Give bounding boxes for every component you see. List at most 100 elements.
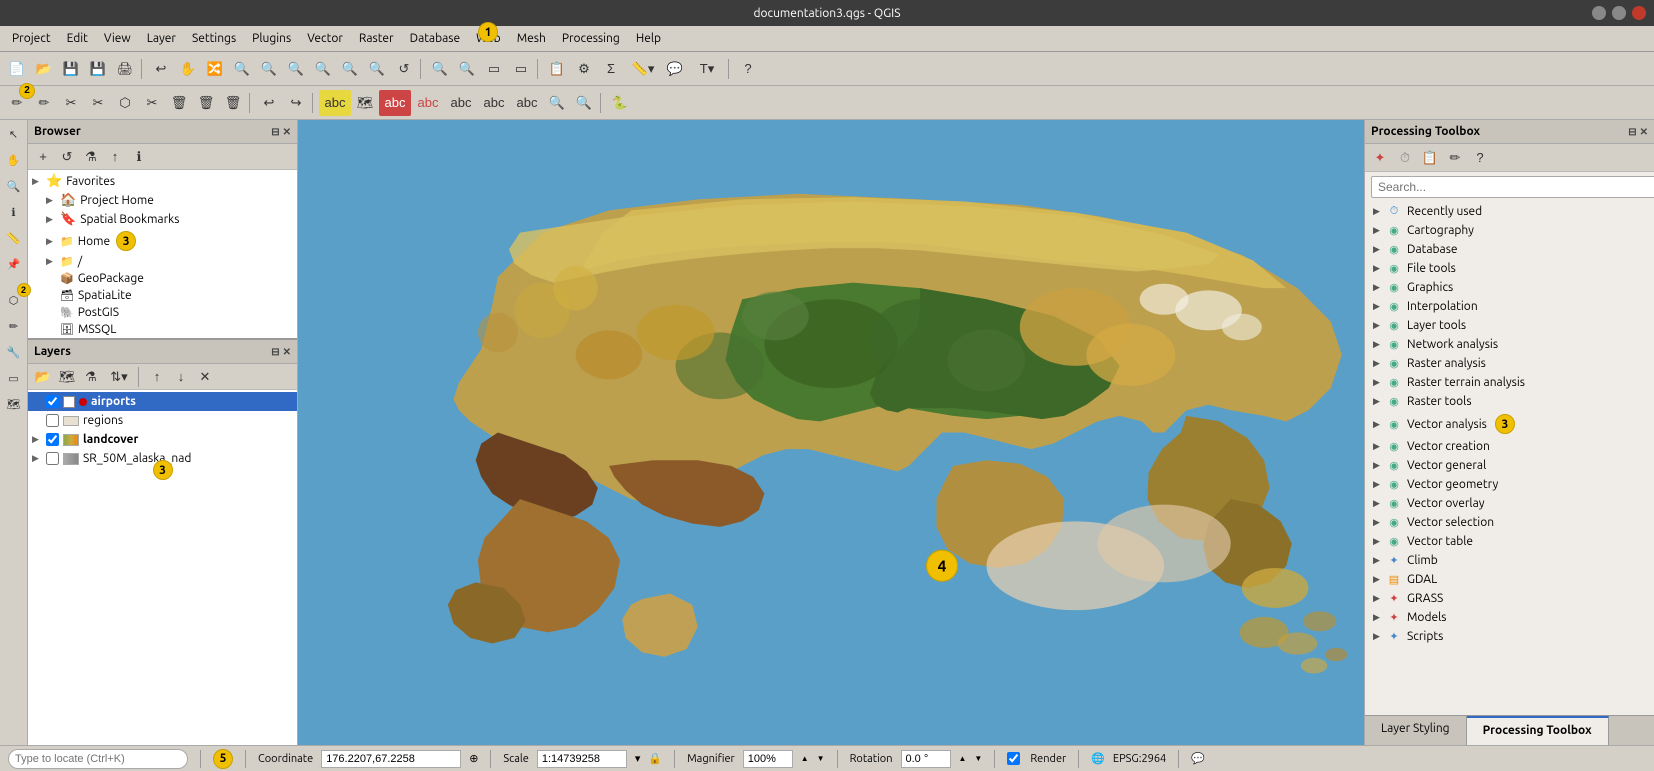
tb-zoomnext[interactable]: 🔍 xyxy=(364,56,390,82)
layers-remove[interactable]: ✕ xyxy=(194,366,216,388)
tree-projhome[interactable]: ▶ 🏠 Project Home xyxy=(28,191,297,210)
tb-del3[interactable]: 🗑 xyxy=(220,90,246,116)
close-button[interactable] xyxy=(1632,6,1646,20)
tb-lbl5[interactable]: abc xyxy=(445,90,477,116)
tb-python[interactable]: 🐍 xyxy=(607,90,633,116)
pt-item-vector-selection[interactable]: ▶ ◉ Vector selection xyxy=(1365,513,1654,532)
pt-search-input[interactable] xyxy=(1371,176,1654,198)
tb-edit5[interactable]: ⬡ xyxy=(112,90,138,116)
tb-del1[interactable]: 🗑 xyxy=(166,90,192,116)
tb-identify[interactable]: 🔍 xyxy=(427,56,453,82)
browser-filter[interactable]: ⚗ xyxy=(80,146,102,168)
rotation-input[interactable] xyxy=(901,750,951,768)
layer-regions[interactable]: regions xyxy=(28,411,297,430)
pt-item-graphics[interactable]: ▶ ◉ Graphics xyxy=(1365,278,1654,297)
menu-vector[interactable]: Vector xyxy=(299,30,351,47)
pt-edit[interactable]: ✏ xyxy=(1444,147,1466,169)
tb-select[interactable]: ▭ xyxy=(481,56,507,82)
tb-save[interactable]: 💾 xyxy=(58,56,84,82)
layer-landcover[interactable]: ▶ landcover xyxy=(28,430,297,449)
tool-select[interactable]: ↖ xyxy=(2,122,26,146)
tb-zoomfull[interactable]: 🔍 xyxy=(283,56,309,82)
tb-lbl6[interactable]: abc xyxy=(478,90,510,116)
menu-processing[interactable]: Processing xyxy=(554,30,628,47)
tb-lbl2[interactable]: 🗺 xyxy=(352,90,378,116)
pt-item-network-analysis[interactable]: ▶ ◉ Network analysis xyxy=(1365,335,1654,354)
tb-saveAs[interactable]: 💾 xyxy=(85,56,111,82)
pt-item-models[interactable]: ▶ ✦ Models xyxy=(1365,608,1654,627)
pt-item-raster-tools[interactable]: ▶ ◉ Raster tools xyxy=(1365,392,1654,411)
menu-mesh[interactable]: Mesh xyxy=(509,30,554,47)
layers-float[interactable]: ⊟ xyxy=(271,346,279,358)
tool-layers[interactable]: ⬡ 2 xyxy=(2,288,26,312)
tb-zoomprev[interactable]: 🔍 xyxy=(337,56,363,82)
pt-float[interactable]: ⊟ xyxy=(1628,126,1636,138)
tb-lbl3[interactable]: abc xyxy=(379,90,411,116)
layers-sort[interactable]: ⇅▾ xyxy=(104,366,134,388)
tree-favorites[interactable]: ▶ ⭐ Favorites xyxy=(28,172,297,191)
pt-item-raster-terrain[interactable]: ▶ ◉ Raster terrain analysis xyxy=(1365,373,1654,392)
menu-settings[interactable]: Settings xyxy=(184,30,244,47)
menu-view[interactable]: View xyxy=(96,30,139,47)
tree-home[interactable]: ▶ 📁 Home 3 xyxy=(28,229,297,253)
tool-edit2[interactable]: 🔧 xyxy=(2,340,26,364)
browser-close[interactable]: ✕ xyxy=(283,126,291,138)
pt-item-vector-creation[interactable]: ▶ ◉ Vector creation xyxy=(1365,437,1654,456)
tb-lbl9[interactable]: 🔍 xyxy=(571,90,597,116)
tb-anno[interactable]: 💬 xyxy=(662,56,688,82)
pt-item-vector-geometry[interactable]: ▶ ◉ Vector geometry xyxy=(1365,475,1654,494)
tree-postgis[interactable]: ▶ 🐘 PostGIS xyxy=(28,304,297,321)
magnifier-up[interactable]: ▲ xyxy=(801,754,809,763)
minimize-button[interactable] xyxy=(1592,6,1606,20)
pt-item-database[interactable]: ▶ ◉ Database xyxy=(1365,240,1654,259)
tb-zoomsel[interactable]: 🔍 xyxy=(310,56,336,82)
tab-layer-styling[interactable]: Layer Styling xyxy=(1365,716,1467,745)
locate-input[interactable] xyxy=(8,749,188,769)
tb-digitize[interactable]: ✏ 2 xyxy=(4,90,30,116)
tb-print[interactable]: 🖨 xyxy=(112,56,138,82)
tb-help[interactable]: ? xyxy=(735,56,761,82)
tb-lbl4[interactable]: abc xyxy=(412,90,444,116)
pt-item-vector-analysis[interactable]: ▶ ◉ Vector analysis 3 xyxy=(1365,411,1654,437)
tb-lbl1[interactable]: abc xyxy=(319,90,351,116)
tool-box[interactable]: ▭ xyxy=(2,366,26,390)
tb-calc[interactable]: Σ xyxy=(598,56,624,82)
browser-info[interactable]: ℹ xyxy=(128,146,150,168)
menu-database[interactable]: Database xyxy=(402,30,469,47)
tb-redo[interactable]: ↪ xyxy=(283,90,309,116)
tree-spatialite[interactable]: ▶ 🗃 SpatiaLite xyxy=(28,287,297,304)
magnifier-down[interactable]: ▼ xyxy=(817,754,825,763)
layers-down[interactable]: ↓ xyxy=(170,366,192,388)
tree-bookmarks[interactable]: ▶ 🔖 Spatial Bookmarks xyxy=(28,210,297,229)
layers-open[interactable]: 📂 xyxy=(32,366,54,388)
tb-edit4[interactable]: ✂ xyxy=(85,90,111,116)
pt-item-recently-used[interactable]: ▶ ⏱ Recently used xyxy=(1365,202,1654,221)
tb-pan[interactable]: ✋ xyxy=(175,56,201,82)
browser-add[interactable]: + xyxy=(32,146,54,168)
tool-edit[interactable]: ✏ xyxy=(2,314,26,338)
tb-new[interactable]: 📄 xyxy=(4,56,30,82)
pt-item-interpolation[interactable]: ▶ ◉ Interpolation xyxy=(1365,297,1654,316)
tb-zoomin[interactable]: 🔍 xyxy=(229,56,255,82)
browser-up[interactable]: ↑ xyxy=(104,146,126,168)
pt-item-vector-general[interactable]: ▶ ◉ Vector general xyxy=(1365,456,1654,475)
menu-layer[interactable]: Layer xyxy=(139,30,184,47)
pt-help[interactable]: ? xyxy=(1469,147,1491,169)
tree-geopkg[interactable]: ▶ 📦 GeoPackage xyxy=(28,270,297,287)
rotation-down[interactable]: ▼ xyxy=(974,754,982,763)
tb-qry[interactable]: 🔍 xyxy=(454,56,480,82)
tb-del2[interactable]: 🗑 xyxy=(193,90,219,116)
layer-airports[interactable]: airports xyxy=(28,392,297,411)
menu-raster[interactable]: Raster xyxy=(351,30,402,47)
browser-refresh[interactable]: ↺ xyxy=(56,146,78,168)
tb-edit3[interactable]: ✂ xyxy=(58,90,84,116)
tool-pin[interactable]: 📌 xyxy=(2,252,26,276)
tool-3d[interactable]: 🗺 xyxy=(2,392,26,416)
map-area[interactable]: 4 xyxy=(298,120,1364,745)
pt-item-raster-analysis[interactable]: ▶ ◉ Raster analysis xyxy=(1365,354,1654,373)
pt-history[interactable]: ⏱ xyxy=(1394,147,1416,169)
tb-pan2[interactable]: 🔀 xyxy=(202,56,228,82)
tree-mssql[interactable]: ▶ 🗄 MSSQL xyxy=(28,321,297,338)
magnifier-input[interactable] xyxy=(743,750,793,768)
scale-input[interactable] xyxy=(537,750,627,768)
